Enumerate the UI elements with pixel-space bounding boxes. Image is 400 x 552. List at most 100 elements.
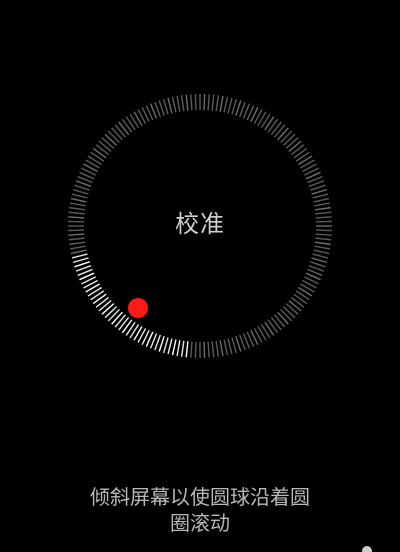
- ring-tick: [71, 253, 88, 259]
- ring-tick: [92, 293, 107, 305]
- ring-tick: [101, 137, 115, 149]
- ring-tick: [295, 151, 310, 162]
- ring-tick: [288, 300, 302, 312]
- ring-tick: [235, 336, 242, 352]
- ring-tick: [285, 137, 299, 149]
- ring-tick: [313, 249, 330, 255]
- ring-tick: [185, 94, 189, 111]
- ring-tick: [290, 144, 305, 156]
- ring-tick: [280, 130, 293, 144]
- instruction-text: 倾斜屏幕以使圆球沿着圆 圈滚动: [60, 484, 340, 536]
- ring-tick: [118, 121, 130, 136]
- ring-tick: [72, 188, 89, 195]
- calibration-title: 校准: [175, 210, 225, 238]
- ring-tick: [176, 340, 181, 357]
- ring-tick: [311, 257, 328, 264]
- ring-tick: [312, 193, 329, 199]
- ring-tick: [162, 337, 169, 354]
- ring-tick: [167, 338, 173, 355]
- ring-tick: [267, 118, 279, 133]
- ring-tick: [277, 311, 289, 325]
- ring-tick: [314, 241, 331, 246]
- ring-tick: [312, 253, 329, 259]
- ring-tick: [95, 296, 110, 308]
- ring-tick: [104, 133, 118, 146]
- ring-tick: [69, 245, 86, 250]
- ring-tick: [171, 96, 177, 113]
- ring-tick: [74, 184, 90, 191]
- ring-tick: [215, 95, 220, 112]
- ring-tick: [194, 341, 197, 358]
- ring-tick: [171, 339, 177, 356]
- ring-tick: [107, 130, 120, 144]
- ring-tick: [215, 340, 220, 357]
- ring-tick: [274, 124, 286, 138]
- ring-tick: [74, 261, 90, 268]
- calibration-screen: 校准 倾斜屏幕以使圆球沿着圆 圈滚动: [0, 0, 400, 552]
- ring-tick: [313, 197, 330, 203]
- ring-tick: [158, 100, 165, 116]
- ring-tick: [311, 188, 328, 195]
- ring-tick: [219, 340, 224, 357]
- ring-tick: [176, 95, 181, 112]
- instruction-line-1: 倾斜屏幕以使圆球沿着圆: [90, 485, 310, 509]
- ring-tick: [264, 116, 275, 131]
- ring-tick: [314, 245, 331, 250]
- instruction-line-2: 圈滚动: [170, 511, 230, 535]
- ring-tick: [98, 300, 112, 312]
- ring-tick: [231, 98, 238, 115]
- ring-tick: [190, 94, 193, 111]
- ring-tick: [235, 100, 242, 116]
- ring-tick: [101, 303, 115, 315]
- ring-tick: [223, 96, 229, 113]
- ring-tick: [158, 336, 165, 352]
- ring-tick: [121, 118, 133, 133]
- ring-tick: [207, 94, 210, 111]
- ring-tick: [285, 303, 299, 315]
- ring-tick: [310, 261, 326, 268]
- ring-tick: [211, 341, 215, 358]
- ring-tick: [219, 95, 224, 112]
- ring-tick: [223, 339, 229, 356]
- ring-tick: [70, 249, 87, 255]
- ring-tick: [95, 144, 110, 156]
- ring-tick: [107, 308, 120, 322]
- home-indicator: [362, 546, 372, 552]
- ring-tick: [231, 337, 238, 354]
- ring-tick: [227, 97, 233, 114]
- ring-tick: [203, 341, 206, 358]
- ring-tick: [111, 127, 123, 141]
- ring-tick: [111, 311, 123, 325]
- ring-tick: [211, 94, 215, 111]
- ring-tick: [203, 94, 206, 111]
- ring-tick: [90, 151, 105, 162]
- ring-tick: [207, 341, 210, 358]
- ring-tick: [71, 193, 88, 199]
- ring-tick: [270, 316, 282, 331]
- ring-tick: [125, 321, 136, 336]
- ring-tick: [270, 121, 282, 136]
- ring-tick: [295, 290, 310, 301]
- ring-tick: [180, 340, 185, 357]
- ring-tick: [264, 321, 275, 336]
- ring-tick: [282, 306, 296, 319]
- ring-tick: [267, 319, 279, 334]
- ring-tick: [190, 341, 193, 358]
- ring-tick: [125, 116, 136, 131]
- ring-tick: [167, 97, 173, 114]
- ring-tick: [92, 147, 107, 159]
- ring-tick: [118, 316, 130, 331]
- ring-tick: [104, 306, 118, 319]
- ring-tick: [227, 338, 233, 355]
- ring-tick: [293, 147, 308, 159]
- ring-tick: [90, 290, 105, 301]
- ring-tick: [114, 314, 126, 328]
- tilt-ball-indicator: [128, 298, 148, 318]
- ring-tick: [72, 257, 89, 264]
- ring-tick: [185, 341, 189, 358]
- ring-tick: [290, 296, 305, 308]
- ring-tick: [70, 197, 87, 203]
- ring-tick: [180, 95, 185, 112]
- ring-tick: [114, 124, 126, 138]
- ring-tick: [280, 308, 293, 322]
